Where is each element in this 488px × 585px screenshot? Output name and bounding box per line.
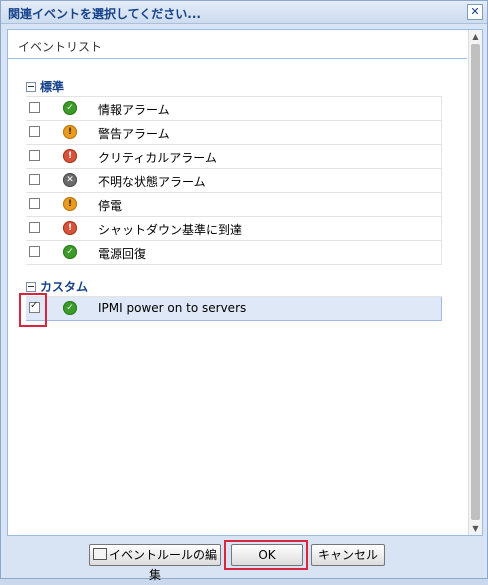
group-standard-header[interactable]: 標準 [26,78,64,95]
event-row[interactable]: ! シャットダウン基準に到達 [26,217,442,241]
event-row[interactable]: ✓ 情報アラーム [26,97,442,121]
cancel-button[interactable]: キャンセル [311,544,385,566]
button-bar: イベントルールの編集 OK キャンセル [1,538,487,582]
event-checkbox[interactable] [29,102,40,113]
edit-event-rules-button[interactable]: イベントルールの編集 [89,544,221,582]
group-standard-label: 標準 [40,80,65,94]
event-row[interactable]: ✓ IPMI power on to servers [26,297,442,321]
event-row[interactable]: ! 停電 [26,193,442,217]
vertical-scrollbar[interactable]: ▲ ▼ [468,30,482,535]
event-label: 電源回復 [98,247,147,261]
standard-event-grid: ✓ 情報アラーム! 警告アラーム! クリティカルアラーム ✕ 不明な状態アラーム! 停電! シ… [26,96,442,265]
event-label: 不明な状態アラーム [98,175,206,189]
status-crit-icon: ! [63,149,77,163]
event-row[interactable]: ! 警告アラーム [26,121,442,145]
event-checkbox[interactable] [29,246,40,257]
checkbox-highlight-box [19,293,47,327]
dialog-title: 関連イベントを選択してください... [8,7,201,21]
collapse-icon[interactable] [26,282,36,292]
event-row[interactable]: ! クリティカルアラーム [26,145,442,169]
select-events-dialog: 関連イベントを選択してください... ✕ イベントリスト 標準 ✓ 情報アラーム!… [0,0,488,582]
event-label: クリティカルアラーム [98,151,217,165]
edit-rules-label: イベントルールの編集 [108,548,217,582]
event-list-header: イベントリスト [18,40,103,54]
close-button[interactable]: ✕ [467,4,483,20]
scroll-down-icon[interactable]: ▼ [469,522,482,535]
event-row[interactable]: ✓ 電源回復 [26,241,442,265]
event-label: 情報アラーム [98,103,170,117]
collapse-icon[interactable] [26,82,36,92]
event-row[interactable]: ✕ 不明な状態アラーム [26,169,442,193]
event-checkbox[interactable] [29,174,40,185]
status-ok-icon: ✓ [63,101,77,115]
event-checkbox[interactable] [29,198,40,209]
status-warn-icon: ! [63,125,77,139]
panel-divider [8,58,467,59]
event-checkbox[interactable] [29,126,40,137]
edit-icon [92,548,107,560]
event-label: 停電 [98,199,123,213]
status-unk-icon: ✕ [63,173,77,187]
status-ok-icon: ✓ [63,245,77,259]
event-list-panel: イベントリスト 標準 ✓ 情報アラーム! 警告アラーム! クリティカルアラーム ✕ 不明な… [7,29,483,536]
status-crit-icon: ! [63,221,77,235]
event-label: シャットダウン基準に到達 [98,223,243,237]
event-checkbox[interactable] [29,150,40,161]
group-custom-label: カスタム [40,280,89,294]
status-ok-icon: ✓ [63,301,77,315]
event-label: 警告アラーム [98,127,170,141]
status-warn-icon: ! [63,197,77,211]
custom-event-grid: ✓ IPMI power on to servers [26,296,442,321]
dialog-titlebar: 関連イベントを選択してください... ✕ [1,1,487,24]
scroll-thumb[interactable] [471,44,480,520]
ok-highlight-box [224,540,308,570]
event-label: IPMI power on to servers [98,301,247,315]
event-checkbox[interactable] [29,222,40,233]
scroll-up-icon[interactable]: ▲ [469,30,482,43]
